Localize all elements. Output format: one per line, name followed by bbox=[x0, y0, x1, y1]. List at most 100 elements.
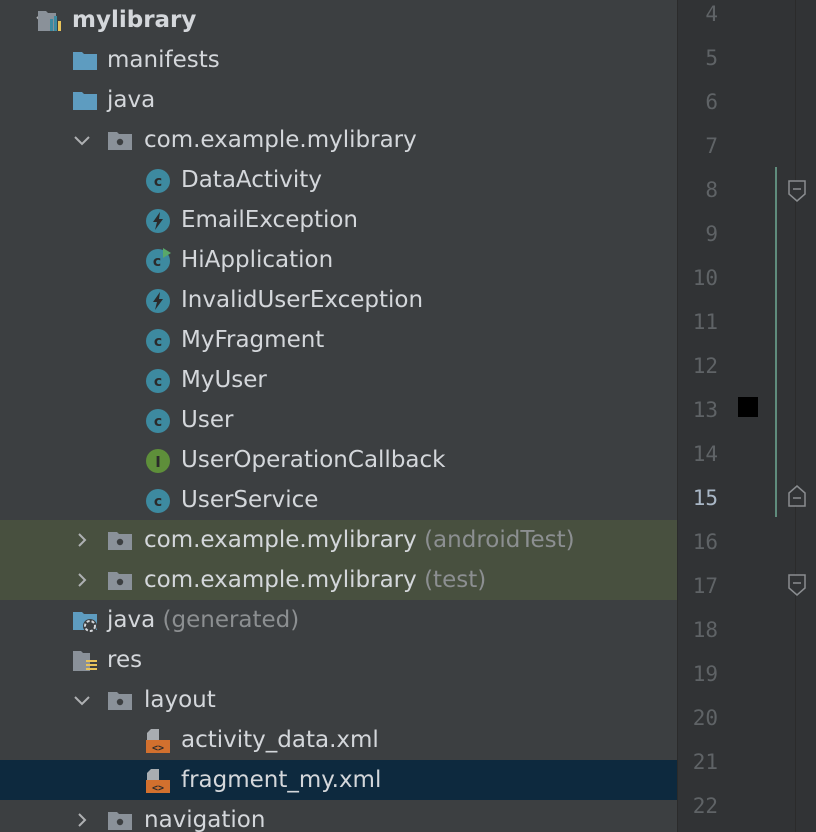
layout-xml-icon: <> bbox=[145, 728, 171, 754]
tree-row-name: UserOperationCallback bbox=[181, 447, 446, 473]
tree-row[interactable]: c DataActivity bbox=[0, 160, 677, 200]
tree-row[interactable]: <> activity_data.xml bbox=[0, 720, 677, 760]
fold-open-icon[interactable] bbox=[788, 180, 806, 202]
tree-row-label: manifests bbox=[107, 40, 220, 80]
svg-text:<>: <> bbox=[152, 783, 164, 794]
tree-row[interactable]: mylibrary bbox=[0, 0, 677, 40]
tree-row[interactable]: com.example.mylibrary (androidTest) bbox=[0, 520, 677, 560]
fold-open-icon[interactable] bbox=[788, 574, 806, 596]
tree-row-name: UserService bbox=[181, 487, 319, 513]
module-folder-icon bbox=[37, 8, 63, 34]
chevron-down-icon[interactable] bbox=[71, 680, 93, 720]
line-number: 15 bbox=[692, 486, 718, 510]
tree-row[interactable]: navigation bbox=[0, 800, 677, 832]
line-number: 22 bbox=[692, 794, 718, 818]
tree-row-label: com.example.mylibrary (test) bbox=[144, 560, 486, 600]
tree-row-hint: (test) bbox=[424, 567, 487, 593]
tree-row-label: HiApplication bbox=[181, 240, 333, 280]
tree-row[interactable]: c HiApplication bbox=[0, 240, 677, 280]
line-number: 16 bbox=[692, 530, 718, 554]
tree-row[interactable]: c UserService bbox=[0, 480, 677, 520]
package-icon bbox=[107, 128, 133, 154]
tree-row[interactable]: InvalidUserException bbox=[0, 280, 677, 320]
tree-row-name: manifests bbox=[107, 47, 220, 73]
line-number: 17 bbox=[692, 574, 718, 598]
package-icon bbox=[107, 528, 133, 554]
svg-text:<>: <> bbox=[152, 743, 164, 754]
tree-row-label: navigation bbox=[144, 800, 265, 832]
tree-row-name: java bbox=[107, 607, 156, 633]
tree-row[interactable]: java (generated) bbox=[0, 600, 677, 640]
folder-icon bbox=[72, 88, 98, 114]
res-folder-icon bbox=[72, 648, 98, 674]
svg-text:c: c bbox=[154, 414, 162, 430]
gutter-separator bbox=[795, 0, 796, 832]
tree-row-hint: (generated) bbox=[162, 607, 300, 633]
tree-row[interactable]: manifests bbox=[0, 40, 677, 80]
tree-row-name: mylibrary bbox=[72, 7, 197, 33]
tree-row[interactable]: EmailException bbox=[0, 200, 677, 240]
tree-row-label: UserOperationCallback bbox=[181, 440, 445, 480]
line-number: 5 bbox=[705, 46, 718, 70]
tree-row-label: mylibrary bbox=[72, 0, 196, 40]
tree-row-label: activity_data.xml bbox=[181, 720, 379, 760]
line-number: 20 bbox=[692, 706, 718, 730]
line-number: 21 bbox=[692, 750, 718, 774]
tree-row-name: EmailException bbox=[181, 207, 359, 233]
tree-row[interactable]: com.example.mylibrary bbox=[0, 120, 677, 160]
chevron-right-icon[interactable] bbox=[71, 520, 93, 560]
runnable-class-icon: c bbox=[145, 248, 171, 274]
tree-row[interactable]: <> fragment_my.xml bbox=[0, 760, 677, 800]
tree-row-name: com.example.mylibrary bbox=[144, 567, 417, 593]
svg-text:c: c bbox=[153, 254, 161, 270]
tree-row[interactable]: c MyFragment bbox=[0, 320, 677, 360]
tree-row[interactable]: I UserOperationCallback bbox=[0, 440, 677, 480]
line-number: 11 bbox=[692, 310, 718, 334]
exception-icon bbox=[145, 288, 171, 314]
tree-row-name: DataActivity bbox=[181, 167, 322, 193]
tree-row[interactable]: layout bbox=[0, 680, 677, 720]
tree-row-label: res bbox=[107, 640, 142, 680]
line-number: 7 bbox=[705, 134, 718, 158]
class-icon: c bbox=[145, 408, 171, 434]
tree-row[interactable]: c User bbox=[0, 400, 677, 440]
line-number: 4 bbox=[705, 2, 718, 26]
tree-row-hint: (androidTest) bbox=[424, 527, 575, 553]
tree-row-name: navigation bbox=[144, 807, 266, 832]
class-icon: c bbox=[145, 168, 171, 194]
tree-row-label: com.example.mylibrary bbox=[144, 120, 417, 160]
tree-row-name: layout bbox=[144, 687, 216, 713]
svg-text:c: c bbox=[154, 334, 162, 350]
fold-close-icon[interactable] bbox=[788, 485, 806, 507]
breakpoint-marker[interactable] bbox=[738, 397, 758, 417]
line-number: 8 bbox=[705, 178, 718, 202]
tree-row-label: MyFragment bbox=[181, 320, 324, 360]
class-icon: c bbox=[145, 488, 171, 514]
chevron-down-icon[interactable] bbox=[71, 120, 93, 160]
line-number: 12 bbox=[692, 354, 718, 378]
line-number: 6 bbox=[705, 90, 718, 114]
tree-row-name: fragment_my.xml bbox=[181, 767, 382, 793]
tree-row-label: EmailException bbox=[181, 200, 358, 240]
tree-row-label: layout bbox=[144, 680, 216, 720]
package-icon bbox=[107, 808, 133, 832]
svg-text:c: c bbox=[154, 174, 162, 190]
tree-row[interactable]: c MyUser bbox=[0, 360, 677, 400]
line-number: 9 bbox=[705, 222, 718, 246]
line-number: 10 bbox=[692, 266, 718, 290]
tree-row[interactable]: java bbox=[0, 80, 677, 120]
project-tree-panel: mylibrary manifests java com.example.mylibr… bbox=[0, 0, 677, 832]
chevron-right-icon[interactable] bbox=[71, 560, 93, 600]
interface-icon: I bbox=[145, 448, 171, 474]
line-number: 18 bbox=[692, 618, 718, 642]
tree-row-name: com.example.mylibrary bbox=[144, 527, 417, 553]
tree-row-label: DataActivity bbox=[181, 160, 322, 200]
tree-row-label: com.example.mylibrary (androidTest) bbox=[144, 520, 575, 560]
class-icon: c bbox=[145, 368, 171, 394]
svg-text:c: c bbox=[154, 494, 162, 510]
chevron-right-icon[interactable] bbox=[71, 800, 93, 832]
tree-row[interactable]: com.example.mylibrary (test) bbox=[0, 560, 677, 600]
tree-row[interactable]: res bbox=[0, 640, 677, 680]
tree-row-label: User bbox=[181, 400, 233, 440]
change-marker-bar bbox=[775, 167, 777, 517]
